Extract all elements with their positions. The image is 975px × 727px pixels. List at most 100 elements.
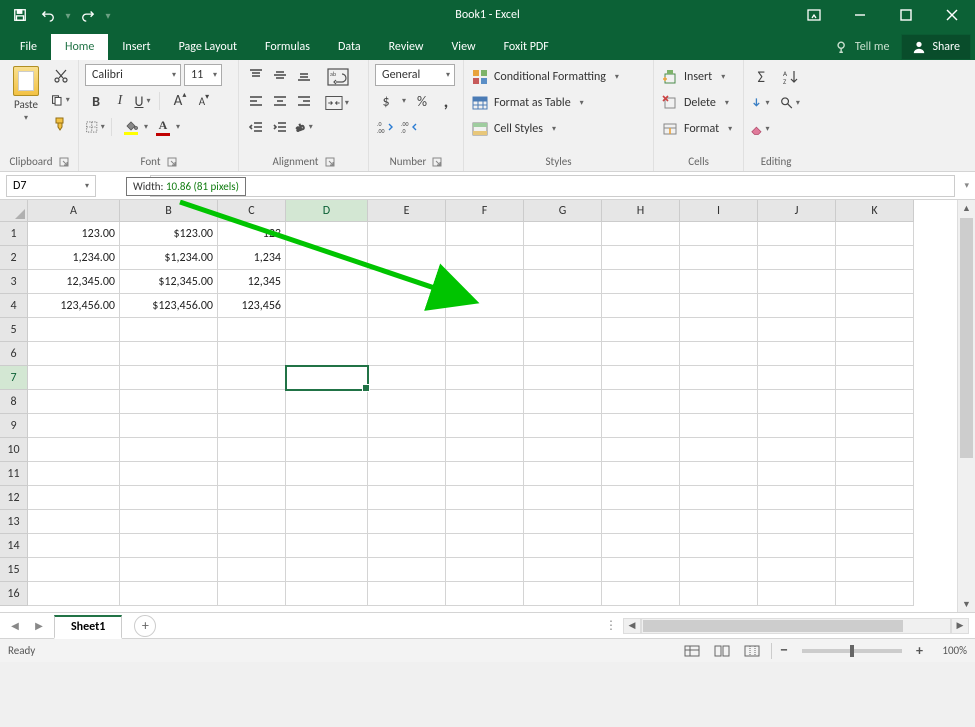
- cell-C15[interactable]: [218, 558, 286, 582]
- row-header-3[interactable]: 3: [0, 270, 28, 294]
- scroll-up-button[interactable]: ▲: [958, 200, 975, 216]
- autosum-button[interactable]: Σ: [750, 66, 772, 88]
- sheet-nav-next[interactable]: ▶: [30, 617, 48, 635]
- page-layout-view-button[interactable]: [711, 642, 733, 660]
- align-left-button[interactable]: [245, 90, 267, 112]
- redo-button[interactable]: [76, 3, 100, 27]
- zoom-out-button[interactable]: −: [780, 641, 788, 660]
- zoom-in-button[interactable]: +: [916, 642, 923, 659]
- cell-H16[interactable]: [602, 582, 680, 606]
- normal-view-button[interactable]: [681, 642, 703, 660]
- cell-E5[interactable]: [368, 318, 446, 342]
- cell-D10[interactable]: [286, 438, 368, 462]
- zoom-level[interactable]: 100%: [931, 644, 967, 657]
- cell-H13[interactable]: [602, 510, 680, 534]
- cell-C14[interactable]: [218, 534, 286, 558]
- hscroll-left-button[interactable]: ◀: [623, 618, 641, 634]
- cell-B13[interactable]: [120, 510, 218, 534]
- cell-C2[interactable]: 1,234: [218, 246, 286, 270]
- cell-K11[interactable]: [836, 462, 914, 486]
- row-header-11[interactable]: 11: [0, 462, 28, 486]
- cell-I10[interactable]: [680, 438, 758, 462]
- column-header-J[interactable]: J: [758, 200, 836, 222]
- cell-D12[interactable]: [286, 486, 368, 510]
- cell-B15[interactable]: [120, 558, 218, 582]
- hscroll-right-button[interactable]: ▶: [951, 618, 969, 634]
- increase-font-button[interactable]: A▴: [169, 90, 191, 112]
- cell-J13[interactable]: [758, 510, 836, 534]
- cell-D1[interactable]: [286, 222, 368, 246]
- cell-A9[interactable]: [28, 414, 120, 438]
- column-header-I[interactable]: I: [680, 200, 758, 222]
- cell-B14[interactable]: [120, 534, 218, 558]
- cell-I6[interactable]: [680, 342, 758, 366]
- cell-J8[interactable]: [758, 390, 836, 414]
- cell-J1[interactable]: [758, 222, 836, 246]
- cell-F7[interactable]: [446, 366, 524, 390]
- cell-B4[interactable]: $123,456.00: [120, 294, 218, 318]
- cell-K8[interactable]: [836, 390, 914, 414]
- expand-formula-bar[interactable]: ▾: [964, 180, 969, 191]
- format-painter-button[interactable]: [50, 114, 72, 134]
- cell-K9[interactable]: [836, 414, 914, 438]
- cell-A1[interactable]: 123.00: [28, 222, 120, 246]
- vertical-scrollbar[interactable]: ▲ ▼: [957, 200, 975, 612]
- insert-cells-button[interactable]: Insert▾: [660, 66, 737, 88]
- cell-C13[interactable]: [218, 510, 286, 534]
- conditional-formatting-button[interactable]: Conditional Formatting▾: [470, 66, 647, 88]
- cell-K7[interactable]: [836, 366, 914, 390]
- cell-J6[interactable]: [758, 342, 836, 366]
- row-header-13[interactable]: 13: [0, 510, 28, 534]
- cell-A12[interactable]: [28, 486, 120, 510]
- row-header-1[interactable]: 1: [0, 222, 28, 246]
- cell-I12[interactable]: [680, 486, 758, 510]
- increase-decimal-button[interactable]: .0.00: [375, 116, 397, 138]
- sort-filter-button[interactable]: AZ: [780, 66, 802, 88]
- clear-button[interactable]: ▾: [750, 118, 772, 140]
- cut-button[interactable]: [50, 66, 72, 86]
- cell-A14[interactable]: [28, 534, 120, 558]
- cell-E10[interactable]: [368, 438, 446, 462]
- cell-K3[interactable]: [836, 270, 914, 294]
- cell-K15[interactable]: [836, 558, 914, 582]
- cell-E6[interactable]: [368, 342, 446, 366]
- cell-H6[interactable]: [602, 342, 680, 366]
- cell-D11[interactable]: [286, 462, 368, 486]
- cell-J16[interactable]: [758, 582, 836, 606]
- zoom-slider-handle[interactable]: [850, 645, 854, 657]
- cell-C3[interactable]: 12,345: [218, 270, 286, 294]
- cell-F3[interactable]: [446, 270, 524, 294]
- number-format-combo[interactable]: General▾: [375, 64, 455, 86]
- cell-K6[interactable]: [836, 342, 914, 366]
- cell-A2[interactable]: 1,234.00: [28, 246, 120, 270]
- ribbon-options-button[interactable]: [791, 0, 837, 30]
- cell-J15[interactable]: [758, 558, 836, 582]
- cell-B2[interactable]: $1,234.00: [120, 246, 218, 270]
- save-button[interactable]: [8, 3, 32, 27]
- align-top-button[interactable]: [245, 64, 267, 86]
- cell-G7[interactable]: [524, 366, 602, 390]
- cell-C11[interactable]: [218, 462, 286, 486]
- cell-F1[interactable]: [446, 222, 524, 246]
- row-header-4[interactable]: 4: [0, 294, 28, 318]
- cell-G13[interactable]: [524, 510, 602, 534]
- merge-center-button[interactable]: ▾: [325, 92, 351, 114]
- cell-G11[interactable]: [524, 462, 602, 486]
- cell-A11[interactable]: [28, 462, 120, 486]
- clipboard-dialog-launcher[interactable]: [59, 157, 69, 167]
- cell-K10[interactable]: [836, 438, 914, 462]
- cell-F2[interactable]: [446, 246, 524, 270]
- find-select-button[interactable]: ▾: [780, 92, 802, 114]
- cell-H2[interactable]: [602, 246, 680, 270]
- cell-I4[interactable]: [680, 294, 758, 318]
- cell-J14[interactable]: [758, 534, 836, 558]
- cell-F4[interactable]: [446, 294, 524, 318]
- cell-A4[interactable]: 123,456.00: [28, 294, 120, 318]
- hscroll-thumb[interactable]: [643, 620, 903, 632]
- tab-split-handle[interactable]: ⋮: [605, 618, 623, 633]
- cell-G8[interactable]: [524, 390, 602, 414]
- cell-G5[interactable]: [524, 318, 602, 342]
- cell-C6[interactable]: [218, 342, 286, 366]
- close-button[interactable]: [929, 0, 975, 30]
- cell-A7[interactable]: [28, 366, 120, 390]
